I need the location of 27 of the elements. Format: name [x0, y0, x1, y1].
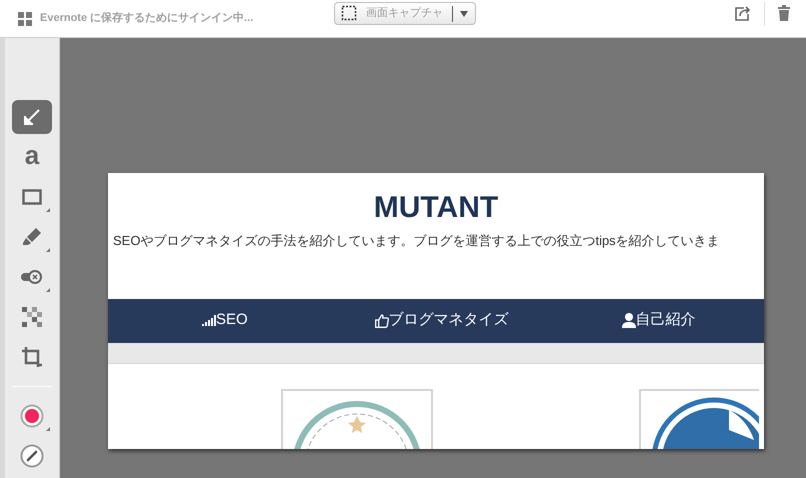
rectangle-icon	[22, 189, 42, 205]
submenu-corner-icon	[46, 288, 50, 292]
arrow-tool[interactable]	[12, 100, 52, 134]
status-title: Evernote に保存するためにサインイン中...	[40, 10, 254, 26]
submenu-corner-icon	[46, 427, 50, 431]
submenu-corner-icon	[46, 248, 50, 252]
eraser-icon	[21, 269, 43, 285]
selection-icon	[341, 5, 358, 22]
crop-icon	[22, 347, 42, 367]
submenu-corner-icon	[46, 208, 50, 212]
nav-link[interactable]: SEO	[202, 309, 248, 332]
caret-icon[interactable]	[460, 10, 468, 16]
marker-icon	[22, 227, 42, 247]
nav-link[interactable]: 自己紹介	[622, 309, 696, 332]
thumbs-up-icon	[374, 314, 389, 328]
person-icon	[622, 313, 636, 328]
share-icon[interactable]	[735, 6, 751, 21]
signal-icon	[202, 315, 216, 326]
grid-icon	[18, 12, 32, 26]
trash-icon[interactable]	[778, 5, 790, 21]
arrow-icon	[23, 108, 41, 126]
nav-link[interactable]: ブログマネタイズ	[374, 309, 509, 332]
site-tagline: SEOやブログマネタイズの手法を紹介しています。ブログを運営する上での役立つtipsを紹介していきま	[113, 232, 721, 250]
line-width-icon[interactable]	[20, 444, 44, 468]
site-title: MUTANT	[372, 190, 500, 226]
pixelate-icon	[22, 307, 42, 327]
text-tool[interactable]: a	[12, 140, 52, 174]
